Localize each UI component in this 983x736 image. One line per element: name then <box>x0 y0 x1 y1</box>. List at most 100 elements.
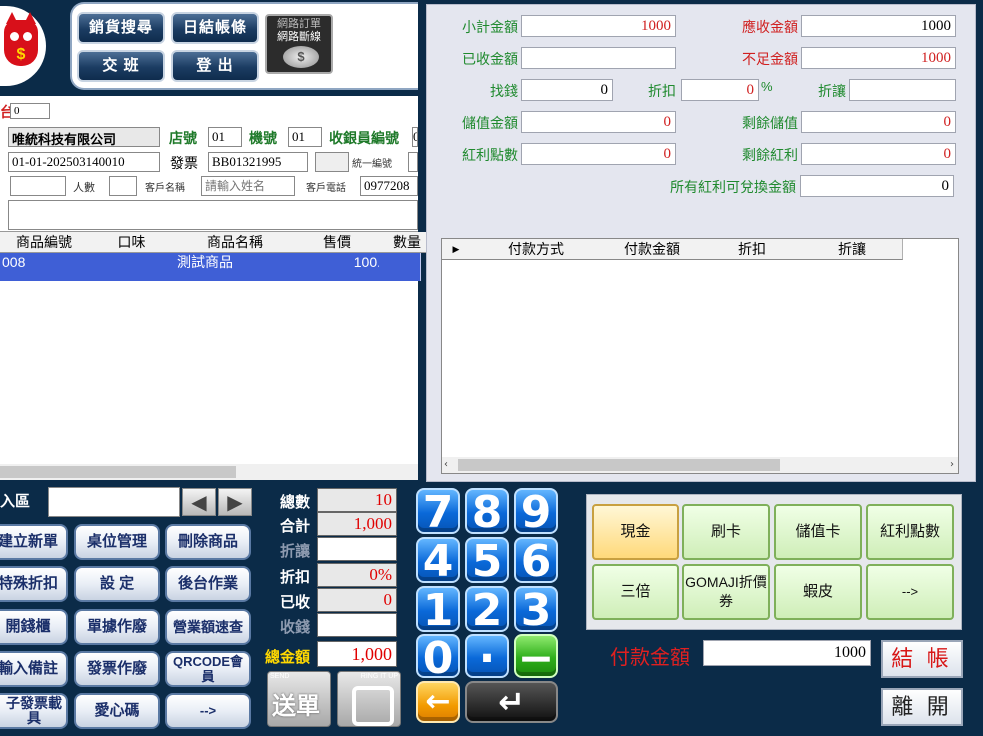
allowance-total-label: 折讓 <box>279 543 310 560</box>
table-cell-flavor[interactable] <box>88 253 178 281</box>
logout-button[interactable]: 登 出 <box>171 50 259 82</box>
network-orders-label: 網路訂單 <box>277 18 321 30</box>
scroll-thumb[interactable] <box>458 459 780 471</box>
open-drawer-button[interactable]: 開錢櫃 <box>0 609 68 645</box>
checkout-button[interactable]: 結 帳 <box>881 640 963 678</box>
pay-amount-field[interactable]: 1000 <box>703 640 871 666</box>
triple-button[interactable]: 三倍 <box>592 564 679 620</box>
backend-button[interactable]: 後台作業 <box>165 566 251 602</box>
key-9[interactable]: 9 <box>514 488 558 536</box>
key-1[interactable]: 1 <box>416 586 460 634</box>
add-note-button[interactable]: 輸入備註 <box>0 651 68 687</box>
discount-total-label: 折扣 <box>279 569 310 586</box>
table-row[interactable]: 008 <box>0 253 91 281</box>
cash-button[interactable]: 現金 <box>592 504 679 560</box>
people-input[interactable] <box>109 176 137 196</box>
cat-logo-icon: $ <box>4 12 38 66</box>
key-dot[interactable]: · <box>465 634 509 682</box>
sales-search-button[interactable]: 銷貨搜尋 <box>77 12 165 44</box>
input-area-label: 入區 <box>0 493 31 510</box>
card-button[interactable]: 刷卡 <box>682 504 770 560</box>
input-area-field[interactable] <box>48 487 180 517</box>
enter-key[interactable]: ↵ <box>465 681 558 723</box>
key-8[interactable]: 8 <box>465 488 509 536</box>
people-label: 人數 <box>73 182 95 194</box>
table-cell-price[interactable]: 100. <box>295 253 386 281</box>
arrow-left-icon[interactable]: ◀ <box>182 488 216 516</box>
customer-name-input[interactable] <box>201 176 295 196</box>
settings-button[interactable]: 設 定 <box>74 566 160 602</box>
arrow-right-icon[interactable]: ▶ <box>218 488 252 516</box>
seat-input[interactable] <box>10 176 66 196</box>
more-functions-button[interactable]: --> <box>165 693 251 729</box>
discount-field[interactable]: 0 <box>681 79 759 101</box>
bonus-points-button[interactable]: 紅利點數 <box>866 504 954 560</box>
gomaji-voucher-button[interactable]: GOMAJI折價券 <box>682 564 770 620</box>
key-3[interactable]: 3 <box>514 586 558 634</box>
payments-scrollbar[interactable]: ‹ › <box>442 457 958 473</box>
bonus-points-label: 紅利點數 <box>462 147 518 163</box>
table-cell-qty[interactable] <box>379 253 421 281</box>
table-management-button[interactable]: 桌位管理 <box>74 524 160 560</box>
key-4[interactable]: 4 <box>416 537 460 585</box>
grand-total-label: 總金額 <box>264 649 310 666</box>
e-invoice-carrier-button[interactable]: 子發票載具 <box>0 693 68 729</box>
send-order-button[interactable]: SEND 送單 <box>267 671 331 727</box>
qrcode-member-button[interactable]: QRCODE會員 <box>165 651 251 687</box>
ring-it-up-button[interactable]: RING IT UP <box>337 671 401 727</box>
allowance-field[interactable] <box>849 79 956 101</box>
discount-label: 折扣 <box>648 83 676 99</box>
key-7[interactable]: 7 <box>416 488 460 536</box>
donation-code-button[interactable]: 愛心碼 <box>74 693 160 729</box>
collect-field[interactable] <box>317 613 397 637</box>
scroll-right-icon[interactable]: › <box>950 459 954 470</box>
note-field[interactable] <box>8 200 418 230</box>
unified-no-input[interactable] <box>408 152 418 172</box>
col-price: 售價 <box>295 232 380 253</box>
delete-item-button[interactable]: 刪除商品 <box>165 524 251 560</box>
cashier-no-field: 0 <box>412 127 418 147</box>
scroll-left-icon[interactable]: ‹ <box>444 459 448 470</box>
shift-change-button[interactable]: 交 班 <box>77 50 165 82</box>
new-order-button[interactable]: 建立新單 <box>0 524 68 560</box>
sales-quick-check-button[interactable]: 營業額速查 <box>165 609 251 645</box>
order-serial: 01-01-202503140010 <box>8 152 160 172</box>
items-scrollbar[interactable] <box>0 464 418 480</box>
table-cell-name[interactable]: 測試商品 <box>175 253 298 281</box>
daily-report-button[interactable]: 日結帳條 <box>171 12 259 44</box>
sum-field: 1,000 <box>317 512 397 536</box>
store-no-field: 01 <box>208 127 242 147</box>
key-2[interactable]: 2 <box>465 586 509 634</box>
table-no-input[interactable]: 0 <box>10 103 50 119</box>
more-payments-button[interactable]: --> <box>866 564 954 620</box>
ring-label: RING IT UP <box>360 673 398 680</box>
backspace-key[interactable]: ← <box>416 681 460 723</box>
special-discount-button[interactable]: 特殊折扣 <box>0 566 68 602</box>
remaining-stored-label: 剩餘儲值 <box>742 115 798 131</box>
received-field[interactable] <box>521 47 676 69</box>
shopee-button[interactable]: 蝦皮 <box>774 564 862 620</box>
allowance-total-field[interactable] <box>317 537 397 561</box>
subtotal-label: 小計金額 <box>462 19 518 35</box>
network-status[interactable]: 網路訂單 網路斷線 $ <box>265 14 333 74</box>
void-invoice-button[interactable]: 發票作廢 <box>74 651 160 687</box>
void-receipt-button[interactable]: 單據作廢 <box>74 609 160 645</box>
leave-button[interactable]: 離 開 <box>881 688 963 726</box>
subtotal-field: 1000 <box>521 15 676 37</box>
stored-card-button[interactable]: 儲值卡 <box>774 504 862 560</box>
key-minus[interactable]: − <box>514 634 558 682</box>
count-label: 總數 <box>279 494 310 511</box>
key-0[interactable]: 0 <box>416 634 460 682</box>
customer-phone-input[interactable]: 0977208 <box>360 176 418 196</box>
unified-no-label: 統一編號 <box>352 159 392 170</box>
col-pay-discount: 折扣 <box>702 239 803 260</box>
key-5[interactable]: 5 <box>465 537 509 585</box>
receivable-field: 1000 <box>801 15 956 37</box>
change-label: 找錢 <box>490 83 518 99</box>
key-6[interactable]: 6 <box>514 537 558 585</box>
redeemable-field: 0 <box>800 175 954 197</box>
col-pay-amount: 付款金額 <box>602 239 703 260</box>
customer-phone-label: 客戶電話 <box>306 183 346 194</box>
col-item-name: 商品名稱 <box>175 232 296 253</box>
network-offline-label: 網路斷線 <box>277 31 321 43</box>
